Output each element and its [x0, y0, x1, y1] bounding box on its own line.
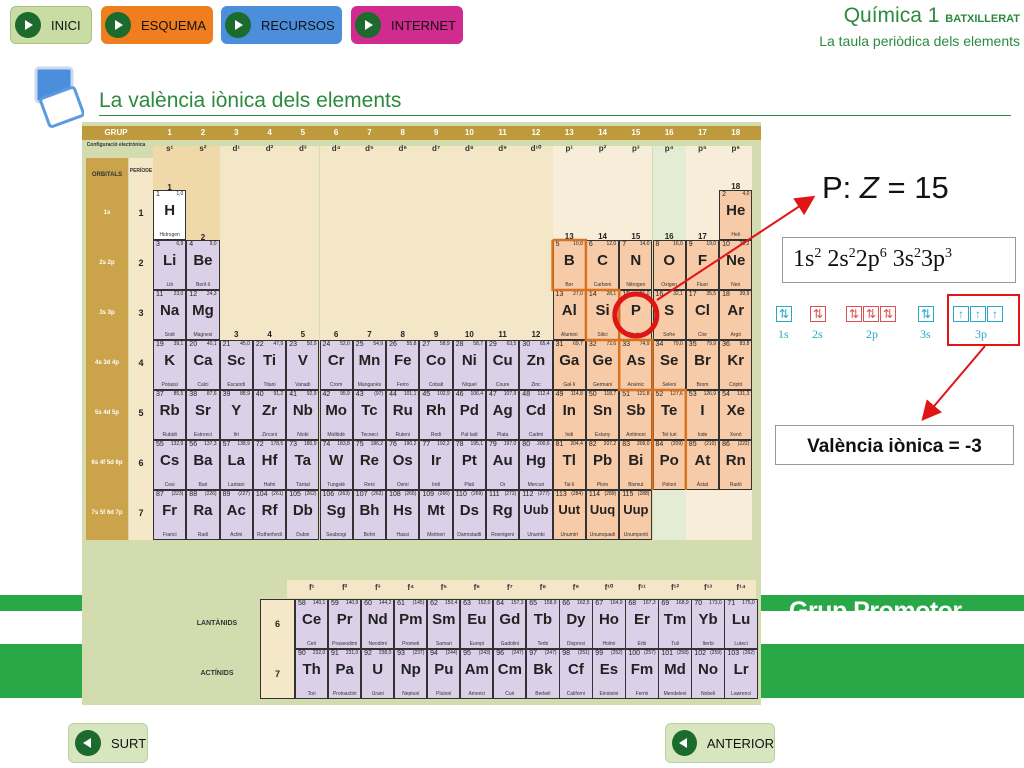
electron-config-box: 1s2 2s22p6 3s23p3 [782, 237, 1016, 283]
anterior-label: ANTERIOR [706, 735, 774, 751]
z-letter: Z [859, 170, 879, 205]
orbital-box: ⇅ [776, 306, 792, 322]
orbital-label-2s: 2s [812, 327, 823, 341]
orbital-2s: ⇅ [810, 305, 827, 323]
surt-button[interactable]: SURT [68, 723, 148, 763]
orbital-box: ↑ [953, 306, 969, 322]
orbital-box: ↑ [970, 306, 986, 322]
brand-logo: Grup Promotor Santillana [789, 597, 962, 643]
brand-line2: Santillana [789, 623, 870, 642]
orbital-2p: ⇅ ⇅ ⇅ [846, 305, 897, 323]
orbital-label-1s: 1s [778, 327, 789, 341]
orbital-box: ⇅ [846, 306, 862, 322]
orbital-box: ⇅ [880, 306, 896, 322]
orbital-box: ↑ [987, 306, 1003, 322]
orbital-label-3p: 3p [975, 327, 987, 341]
orbital-1s: ⇅ [776, 305, 793, 323]
orbital-3p: ↑ ↑ ↑ [953, 305, 1004, 323]
surt-label: SURT [111, 735, 147, 751]
valence-text: València iònica = -3 [807, 436, 982, 457]
annotation-arrows [656, 195, 986, 422]
element-z-label: P: Z = 15 [822, 170, 949, 206]
orbital-3s: ⇅ [918, 305, 935, 323]
valence-box: València iònica = -3 [775, 425, 1014, 465]
back-icon [672, 730, 697, 756]
anterior-button[interactable]: ANTERIOR [665, 723, 775, 763]
orbital-box: ⇅ [918, 306, 934, 322]
z-value: = 15 [887, 170, 949, 205]
back-icon [75, 730, 101, 756]
brand-line1: Grup Promotor [789, 597, 962, 625]
arrow-to-valence [921, 345, 986, 422]
element-symbol: P: [822, 170, 852, 205]
orbital-box: ⇅ [863, 306, 879, 322]
electron-config: 1s2 2s22p6 3s23p3 [793, 246, 953, 272]
orbital-label-2p: 2p [866, 327, 878, 341]
orbital-box: ⇅ [810, 306, 826, 322]
orbital-label-3s: 3s [920, 327, 931, 341]
